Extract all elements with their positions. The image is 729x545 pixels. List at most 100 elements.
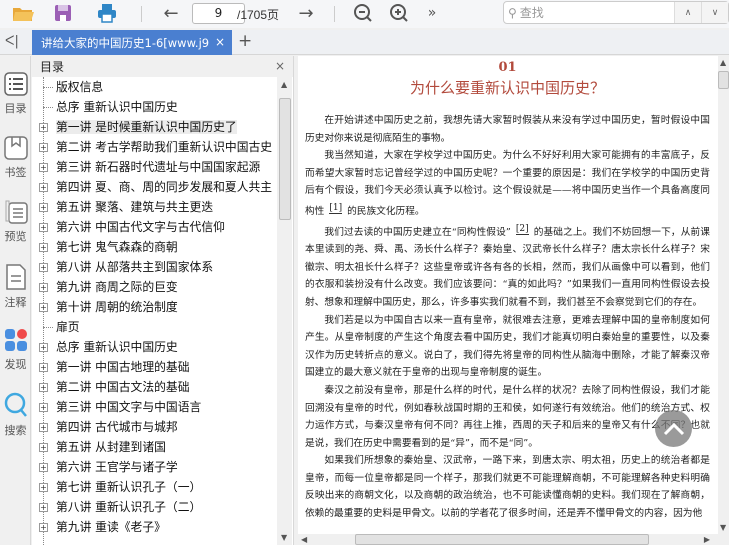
paragraph: 在开始讲述中国历史之前，我想先请大家暂时假装从来没有学过中国历史，暂时假设中国历… [305,115,710,144]
rail-item-bookmarks[interactable]: 书签 [0,136,31,180]
chapter-number: 01 [498,60,517,75]
expand-icon[interactable]: + [39,383,48,392]
toc-item[interactable]: + 第八讲 从部落共主到国家体系 [32,257,277,277]
expand-icon[interactable]: + [39,143,48,152]
expand-icon[interactable]: + [39,223,48,232]
document-tab[interactable]: 讲给大家的中国历史1-6[www.j9 × [32,30,232,55]
more-icon[interactable]: » [423,2,441,24]
toc-item[interactable]: + 第五讲 从封建到诸国 [32,437,277,457]
paragraph: 我们若是以为中国自古以来一直有皇帝，就很难去注意，更难去理解中国的皇帝制度如何产… [305,314,710,379]
rail-item-toc[interactable]: 目录 [0,72,31,116]
expand-icon[interactable]: + [39,523,48,532]
toc-item[interactable]: + 第三讲 中国文字与中国语言 [32,397,277,417]
search-previous-button[interactable]: ∧ [674,2,701,23]
toc-item[interactable]: + 第六讲 中国古代文字与古代信仰 [32,217,277,237]
rail-item-preview[interactable]: 预览 [0,200,31,244]
new-tab-button[interactable]: + [238,31,252,51]
expand-icon[interactable]: + [39,503,48,512]
discover-icon [4,329,27,351]
toc-item[interactable]: + 第一讲 中国古地理的基础 [32,357,277,377]
expand-icon[interactable]: + [39,363,48,372]
rail-item-discover[interactable]: 发现 [0,328,31,372]
expand-icon[interactable]: + [39,303,48,312]
zoom-in-icon[interactable] [387,2,411,24]
expand-icon[interactable]: + [39,343,48,352]
toc-item[interactable]: + 第七讲 鬼气森森的商朝 [32,237,277,257]
search-icon [4,392,27,417]
tree-connector [43,327,53,328]
toc-list: 版权信息 总序 重新认识中国历史 + 第一讲 是时候重新认识中国历史了 + 第二讲 考古学… [32,77,277,545]
search-next-button[interactable]: ∨ [701,2,728,23]
expand-icon[interactable]: + [39,183,48,192]
save-icon[interactable] [51,2,75,24]
toc-item[interactable]: + 第八讲 重新认识孔子（二） [32,497,277,517]
expand-icon[interactable]: + [39,483,48,492]
toc-item[interactable]: + 第二讲 中国古文法的基础 [32,377,277,397]
footnote-link[interactable]: [2] [515,223,529,235]
rail-item-search[interactable]: 搜索 [0,392,31,438]
previous-page-icon[interactable]: ← [160,2,182,24]
toc-item[interactable]: + 第七讲 重新认识孔子（一） [32,477,277,497]
print-icon[interactable] [94,2,120,24]
toc-item[interactable]: 总序 重新认识中国历史 [32,97,277,117]
rail-item-notes[interactable]: 注释 [0,264,31,310]
toc-item[interactable]: + 总序 重新认识中国历史 [32,337,277,357]
toc-panel: 目录 × 版权信息 总序 重新认识中国历史 + 第一讲 是时候重新认识中国历史了 + 第二讲… [32,56,294,545]
bookmark-icon [3,136,28,160]
expand-icon[interactable]: + [39,123,48,132]
close-tab-icon[interactable]: × [215,35,225,49]
paragraph: 如果我们所想象的秦始皇、汉武帝，一路下来，到唐太宗、明太祖，历史上的统治者都是皇… [305,455,710,520]
tree-connector [43,87,53,88]
expand-icon[interactable]: + [39,243,48,252]
toc-item[interactable]: + 第二讲 考古学帮助我们重新认识中国古史 [32,137,277,157]
document-scroll-thumb[interactable] [718,71,729,89]
preview-icon [5,200,28,224]
zoom-out-icon[interactable] [351,2,375,24]
tab-bar: ᐸ| 讲给大家的中国历史1-6[www.j9 × + [0,30,729,55]
collapse-sidebar-icon[interactable]: ᐸ| [5,34,19,49]
list-icon [3,72,28,96]
chevron-up-icon [663,422,684,435]
toc-scroll-thumb[interactable] [279,98,291,220]
toc-header: 目录 × [32,56,293,77]
toc-item[interactable]: 版权信息 [32,77,277,97]
search-box: ⚲ 查找 ∧ ∨ [503,1,729,24]
toc-item[interactable]: + 第十讲 周朝的统治制度 [32,297,277,317]
document-horizontal-scrollbar[interactable]: ◀ ▶ [295,534,718,545]
toc-item[interactable]: + 第四讲 夏、商、周的同步发展和夏人共主 [32,177,277,197]
toc-item[interactable]: 扉页 [32,317,277,337]
search-icon: ⚲ [508,5,517,20]
search-input[interactable]: ⚲ 查找 [504,2,674,23]
toc-item[interactable]: + 第四讲 古代城市与城邦 [32,417,277,437]
expand-icon[interactable]: + [39,403,48,412]
toc-item[interactable]: + 第六讲 王官学与诸子学 [32,457,277,477]
chapter-title: 为什么要重新认识中国历史？ [409,79,605,97]
close-toc-icon[interactable]: × [275,59,285,73]
toc-item[interactable]: + 第九讲 重读《老子》 [32,517,277,537]
open-folder-icon[interactable] [10,2,36,24]
tree-connector [43,107,53,108]
toc-scrollbar[interactable]: ▲ ▼ [277,77,292,545]
toc-item[interactable]: + 第一讲 是时候重新认识中国历史了 [32,117,277,137]
footnote-link[interactable]: [1] [329,202,343,214]
expand-icon[interactable]: + [39,203,48,212]
expand-icon[interactable]: + [39,263,48,272]
document-vertical-scrollbar[interactable]: ▲ ▼ [718,56,729,534]
expand-icon[interactable]: + [39,283,48,292]
toc-item[interactable]: + 第三讲 新石器时代遗址与中国国家起源 [32,157,277,177]
paragraph: 我们过去读的中国历史建立在“同构性假设” [2] 的基础之上。我们不妨回想一下，从前… [305,223,710,308]
toolbar: ← 9 /1705页 → » ⚲ 查找 ∧ ∨ [0,0,729,28]
expand-icon[interactable]: + [39,463,48,472]
toc-item[interactable]: + 第五讲 聚落、建筑与共主更迭 [32,197,277,217]
document-hscroll-thumb[interactable] [355,534,649,545]
toc-item[interactable]: + 第九讲 商周之际的巨变 [32,277,277,297]
expand-icon[interactable]: + [39,163,48,172]
scroll-to-top-button[interactable] [655,410,692,447]
expand-icon[interactable]: + [39,443,48,452]
expand-icon[interactable]: + [39,423,48,432]
side-rail: 目录 书签 预览 注释 发现 搜索 [0,56,31,545]
document-page: 01 为什么要重新认识中国历史？ 在开始讲述中国历史之前，我想先请大家暂时假装从… [298,56,718,534]
note-icon [5,264,26,290]
next-page-icon[interactable]: → [295,2,317,24]
paragraph: 我当然知道，大家在学校学过中国历史。为什么不好好利用大家可能拥有的丰富底子，反而… [305,150,710,217]
